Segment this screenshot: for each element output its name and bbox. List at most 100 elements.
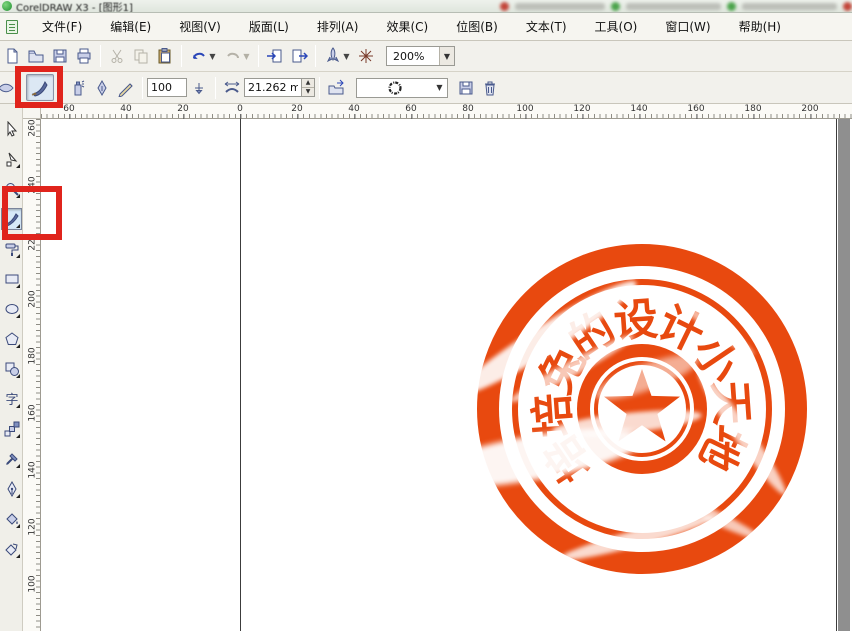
pentagon-icon xyxy=(4,331,20,347)
document-icon xyxy=(6,20,18,34)
open-button[interactable] xyxy=(24,44,48,68)
save-stroke-button[interactable] xyxy=(454,76,478,100)
import-button[interactable] xyxy=(263,44,287,68)
highlight-box-brush-mode xyxy=(15,66,63,108)
menu-layout[interactable]: 版面(L) xyxy=(235,16,303,38)
firework-icon xyxy=(357,47,375,65)
pressure-mode-button[interactable] xyxy=(114,76,138,100)
interactive-blend-tool[interactable] xyxy=(1,418,22,440)
basic-shapes-tool[interactable] xyxy=(1,358,22,380)
window-title: CorelDRAW X3 - [图形1] xyxy=(16,0,133,13)
rectangle-tool[interactable] xyxy=(1,268,22,290)
stroke-width-spinner[interactable]: ▲▼ xyxy=(302,78,315,97)
ruler-label: 120 xyxy=(28,518,38,535)
redo-button[interactable]: ▼ xyxy=(220,44,254,68)
preset-stroke-icon xyxy=(0,79,15,97)
ellipse-icon xyxy=(4,301,20,317)
browse-folder-icon xyxy=(327,79,345,97)
menu-window[interactable]: 窗口(W) xyxy=(651,16,724,38)
undo-dropdown-arrow[interactable]: ▼ xyxy=(209,52,215,61)
menu-bitmaps[interactable]: 位图(B) xyxy=(442,16,512,38)
paint-roller-icon xyxy=(4,241,20,257)
menu-file[interactable]: 文件(F) xyxy=(28,16,96,38)
ruler-label: 60 xyxy=(405,104,416,114)
smoothing-input[interactable] xyxy=(147,78,187,97)
svg-text:字: 字 xyxy=(5,392,18,407)
ruler-label: 40 xyxy=(120,104,131,114)
page-right-edge xyxy=(836,119,837,631)
zoom-level-combo[interactable]: 200% ▼ xyxy=(386,46,455,66)
separator xyxy=(215,77,216,99)
pick-tool[interactable] xyxy=(1,118,22,140)
separator xyxy=(181,45,182,67)
menu-bar: 文件(F) 编辑(E) 视图(V) 版面(L) 排列(A) 效果(C) 位图(B… xyxy=(0,13,852,41)
basic-shapes-icon xyxy=(4,361,20,377)
outline-nib-icon xyxy=(4,481,20,497)
menu-help[interactable]: 帮助(H) xyxy=(725,16,795,38)
ruler-label: 80 xyxy=(462,104,473,114)
menu-arrange[interactable]: 排列(A) xyxy=(303,16,373,38)
stroke-preview xyxy=(357,80,432,96)
open-folder-icon xyxy=(27,47,45,65)
eyedropper-tool[interactable] xyxy=(1,448,22,470)
copy-pages-icon xyxy=(132,47,150,65)
ruler-label: 100 xyxy=(516,104,533,114)
page-left-edge xyxy=(240,119,241,631)
text-tool[interactable]: 字 xyxy=(1,388,22,410)
horizontal-ruler[interactable]: 60 40 20 0 20 40 60 80 100 120 140 160 1… xyxy=(41,104,852,119)
blurred-green-icon xyxy=(611,2,620,11)
ruler-label: 40 xyxy=(348,104,359,114)
print-button[interactable] xyxy=(72,44,96,68)
stamp-artwork[interactable]: 培 培 兔 的 设 计 小 天 地 xyxy=(477,244,807,574)
browse-button[interactable] xyxy=(324,76,348,100)
drawing-canvas[interactable]: 培 培 兔 的 设 计 小 天 地 xyxy=(41,119,852,631)
separator xyxy=(315,45,316,67)
menu-effects[interactable]: 效果(C) xyxy=(372,16,442,38)
interactive-fill-tool[interactable] xyxy=(1,538,22,560)
menu-tools[interactable]: 工具(O) xyxy=(581,16,652,38)
menu-view[interactable]: 视图(V) xyxy=(165,16,235,38)
ellipse-tool[interactable] xyxy=(1,298,22,320)
polygon-tool[interactable] xyxy=(1,328,22,350)
shape-node-icon xyxy=(4,151,20,167)
menu-text[interactable]: 文本(T) xyxy=(512,16,581,38)
stroke-list-dropdown[interactable]: ▼ xyxy=(356,78,448,98)
ruler-label: 160 xyxy=(28,404,38,421)
smart-fill-tool[interactable] xyxy=(1,238,22,260)
zoom-combo-dropdown-arrow[interactable]: ▼ xyxy=(439,47,454,65)
export-icon xyxy=(290,47,308,65)
undo-button[interactable]: ▼ xyxy=(186,44,220,68)
stroke-width-input[interactable] xyxy=(244,78,302,97)
ruler-label: 160 xyxy=(687,104,704,114)
corel-community-button[interactable] xyxy=(354,44,378,68)
export-button[interactable] xyxy=(287,44,311,68)
new-button[interactable] xyxy=(0,44,24,68)
ruler-label: 200 xyxy=(28,290,38,307)
delete-stroke-button[interactable] xyxy=(478,76,502,100)
paste-button[interactable] xyxy=(153,44,177,68)
fill-tool[interactable] xyxy=(1,508,22,530)
separator xyxy=(142,77,143,99)
ruler-label: 20 xyxy=(177,104,188,114)
paint-bucket-icon xyxy=(4,511,20,527)
calligraphic-mode-button[interactable] xyxy=(90,76,114,100)
blurred-red-icon xyxy=(500,2,509,11)
stroke-list-arrow[interactable]: ▼ xyxy=(432,79,447,97)
blurred-red-icon xyxy=(843,2,852,11)
shape-tool[interactable] xyxy=(1,148,22,170)
menu-edit[interactable]: 编辑(E) xyxy=(96,16,165,38)
smoothing-slider-handle-icon[interactable] xyxy=(187,76,211,100)
application-launcher-button[interactable]: ▼ xyxy=(320,44,354,68)
rectangle-icon xyxy=(4,271,20,287)
copy-button[interactable] xyxy=(129,44,153,68)
outline-tool[interactable] xyxy=(1,478,22,500)
cut-button[interactable] xyxy=(105,44,129,68)
coreldraw-window: { "titlebar": { "title": "CorelDRAW X3 -… xyxy=(0,0,852,631)
launcher-dropdown-arrow[interactable]: ▼ xyxy=(343,52,349,61)
ruler-label: 180 xyxy=(28,347,38,364)
save-button[interactable] xyxy=(48,44,72,68)
redo-dropdown-arrow[interactable]: ▼ xyxy=(243,52,249,61)
calligraphy-nib-icon xyxy=(93,79,111,97)
sprayer-mode-button[interactable] xyxy=(66,76,90,100)
ruler-label: 100 xyxy=(28,575,38,592)
